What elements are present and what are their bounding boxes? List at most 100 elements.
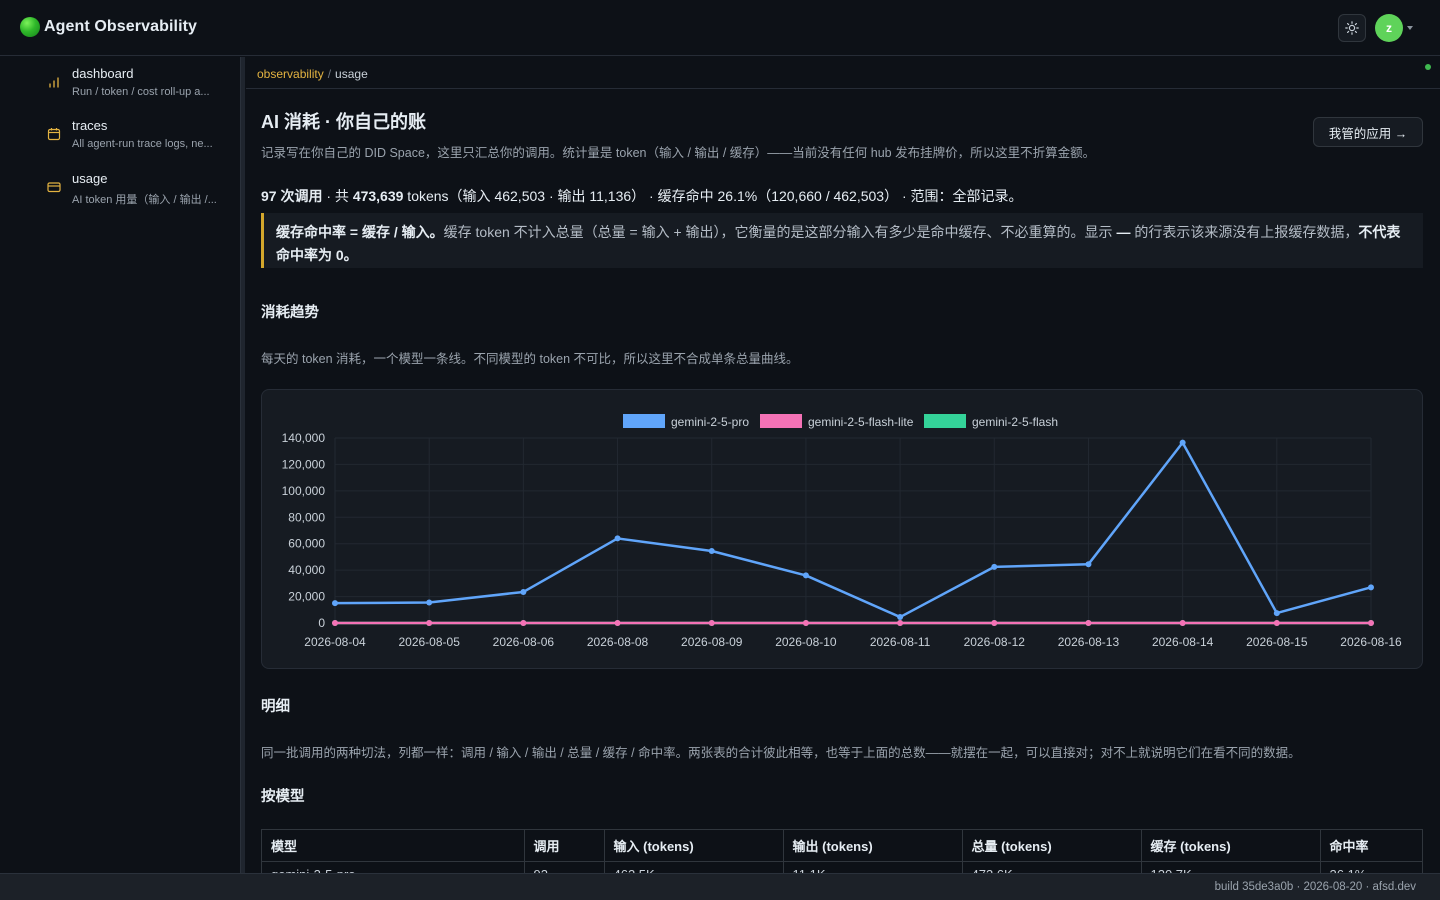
data-point — [708, 620, 715, 626]
detail-description: 同一批调用的两种切法，列都一样：调用 / 输入 / 输出 / 总量 / 缓存 /… — [261, 746, 1301, 760]
trend-description: 每天的 token 消耗，一个模型一条线。不同模型的 token 不可比，所以这… — [261, 352, 799, 366]
data-point — [897, 614, 904, 621]
usage-trend-chart-card: 0 20,000 40,000 60,000 80,000 100,000 120,000 1… — [261, 389, 1423, 669]
data-point — [1273, 610, 1280, 617]
detail-heading: 明细 — [261, 699, 290, 715]
y-tick-label: 120,000 — [282, 457, 326, 471]
sidebar-item-label: dashboard — [72, 66, 134, 81]
table-header-row: 模型 调用 输入 (tokens) 输出 (tokens) 总量 (tokens… — [262, 830, 1422, 862]
data-point — [520, 588, 527, 595]
connection-status-dot — [1425, 64, 1431, 70]
summary-total-prefix: · 共 — [322, 188, 353, 204]
note-bold: — — [1116, 224, 1131, 240]
legend-label: gemini-2-5-pro — [671, 415, 749, 429]
summary-cache: · 缓存命中 26.1%（120,660 / 462,503） — [645, 188, 899, 204]
data-point — [1273, 620, 1280, 626]
data-point — [1085, 620, 1092, 626]
legend-swatch — [760, 414, 802, 428]
data-point — [1085, 561, 1092, 568]
sidebar-item-label: usage — [72, 171, 108, 186]
theme-toggle-button[interactable] — [1338, 14, 1366, 42]
cache-hit-note: 缓存命中率 = 缓存 / 输入。缓存 token 不计入总量（总量 = 输入 +… — [261, 213, 1423, 268]
column-header[interactable]: 总量 (tokens) — [962, 830, 1142, 862]
data-point — [991, 620, 998, 626]
data-point — [1368, 584, 1374, 591]
data-point — [897, 620, 904, 626]
credit-card-icon — [44, 177, 64, 197]
legend-swatch — [924, 414, 966, 428]
sidebar-item-desc: All agent-run trace logs, ne... — [72, 138, 213, 150]
y-tick-label: 80,000 — [288, 510, 325, 524]
x-tick-label: 2026-08-13 — [1058, 635, 1120, 649]
breadcrumb: observability / usage — [257, 67, 368, 81]
calendar-icon — [44, 124, 64, 144]
by-model-table: 模型 调用 输入 (tokens) 输出 (tokens) 总量 (tokens… — [261, 829, 1423, 879]
data-point — [520, 620, 527, 626]
data-point — [802, 620, 809, 626]
sidebar-item-desc: AI token 用量（输入 / 输出 /... — [72, 194, 217, 206]
y-tick-label: 0 — [318, 616, 325, 630]
data-point — [426, 599, 433, 606]
x-tick-label: 2026-08-06 — [493, 635, 555, 649]
breadcrumb-separator: / — [327, 67, 332, 81]
data-point — [1179, 439, 1186, 446]
column-header[interactable]: 模型 — [262, 830, 525, 862]
app-title: Agent Observability — [44, 18, 198, 35]
page-title: AI 消耗 · 你自己的账 — [261, 112, 426, 132]
avatar[interactable]: z — [1375, 14, 1403, 42]
build-info: build 35de3a0b · 2026-08-20 · afsd.dev — [1214, 881, 1416, 893]
note-text: 缓存 token 不计入总量（总量 = 输入 + 输出），它衡量的是这部分输入有… — [443, 224, 1117, 240]
sidebar-item-usage[interactable]: usage AI token 用量（输入 / 输出 /... — [44, 171, 234, 207]
summary-total-suffix: tokens（输入 462,503 · 输出 11,136） — [403, 188, 646, 204]
note-bold: 缓存命中率 = 缓存 / 输入。 — [276, 224, 444, 240]
x-tick-label: 2026-08-08 — [587, 635, 649, 649]
bar-chart-icon — [44, 72, 64, 92]
column-header[interactable]: 命中率 — [1320, 830, 1422, 862]
y-tick-label: 100,000 — [282, 484, 326, 498]
page-subtitle: 记录写在你自己的 DID Space，这里只汇总你的调用。统计量是 token（… — [261, 146, 1096, 160]
x-tick-label: 2026-08-05 — [398, 635, 460, 649]
sidebar-resize-handle[interactable] — [240, 57, 245, 873]
footer: build 35de3a0b · 2026-08-20 · afsd.dev — [0, 873, 1440, 900]
note-text: 的行表示该来源没有上报缓存数据， — [1130, 224, 1359, 240]
x-tick-label: 2026-08-11 — [870, 635, 931, 649]
logo-icon — [20, 17, 40, 37]
sidebar-item-desc: Run / token / cost roll-up a... — [72, 86, 210, 98]
sidebar: dashboard Run / token / cost roll-up a..… — [0, 57, 240, 873]
breadcrumb-bar: observability / usage — [246, 57, 1440, 89]
sidebar-item-label: traces — [72, 118, 108, 133]
legend-label: gemini-2-5-flash-lite — [808, 415, 914, 429]
column-header[interactable]: 缓存 (tokens) — [1141, 830, 1321, 862]
y-tick-label: 140,000 — [282, 431, 326, 445]
top-bar: Agent Observability z — [0, 0, 1440, 56]
data-point — [614, 620, 621, 626]
data-point — [332, 600, 338, 607]
sun-icon — [1345, 21, 1359, 35]
data-point — [614, 535, 621, 542]
summary-total-tokens: 473,639 — [352, 188, 404, 204]
usage-trend-chart: 0 20,000 40,000 60,000 80,000 100,000 120,000 1… — [282, 414, 1402, 649]
by-model-heading: 按模型 — [261, 789, 305, 805]
legend-swatch — [623, 414, 665, 428]
x-tick-label: 2026-08-12 — [964, 635, 1026, 649]
x-tick-label: 2026-08-04 — [304, 635, 366, 649]
sidebar-item-traces[interactable]: traces All agent-run trace logs, ne... — [44, 118, 234, 150]
y-tick-label: 40,000 — [288, 563, 325, 577]
data-point — [426, 620, 433, 626]
my-apps-button[interactable]: 我管的应用 → — [1313, 117, 1423, 147]
column-header[interactable]: 调用 — [524, 830, 605, 862]
sidebar-item-dashboard[interactable]: dashboard Run / token / cost roll-up a..… — [44, 66, 234, 98]
column-header[interactable]: 输入 (tokens) — [604, 830, 784, 862]
series-line — [334, 441, 1372, 619]
data-point — [1368, 620, 1374, 626]
x-tick-label: 2026-08-10 — [775, 635, 837, 649]
column-header[interactable]: 输出 (tokens) — [783, 830, 963, 862]
legend-label: gemini-2-5-flash — [972, 415, 1058, 429]
breadcrumb-current: usage — [335, 67, 368, 81]
brand[interactable]: Agent Observability — [20, 17, 197, 37]
x-tick-label: 2026-08-16 — [1340, 635, 1402, 649]
user-menu[interactable]: z — [1375, 14, 1413, 42]
chevron-down-icon — [1407, 26, 1413, 30]
y-tick-label: 20,000 — [288, 590, 325, 604]
breadcrumb-link-observability[interactable]: observability — [257, 67, 324, 81]
